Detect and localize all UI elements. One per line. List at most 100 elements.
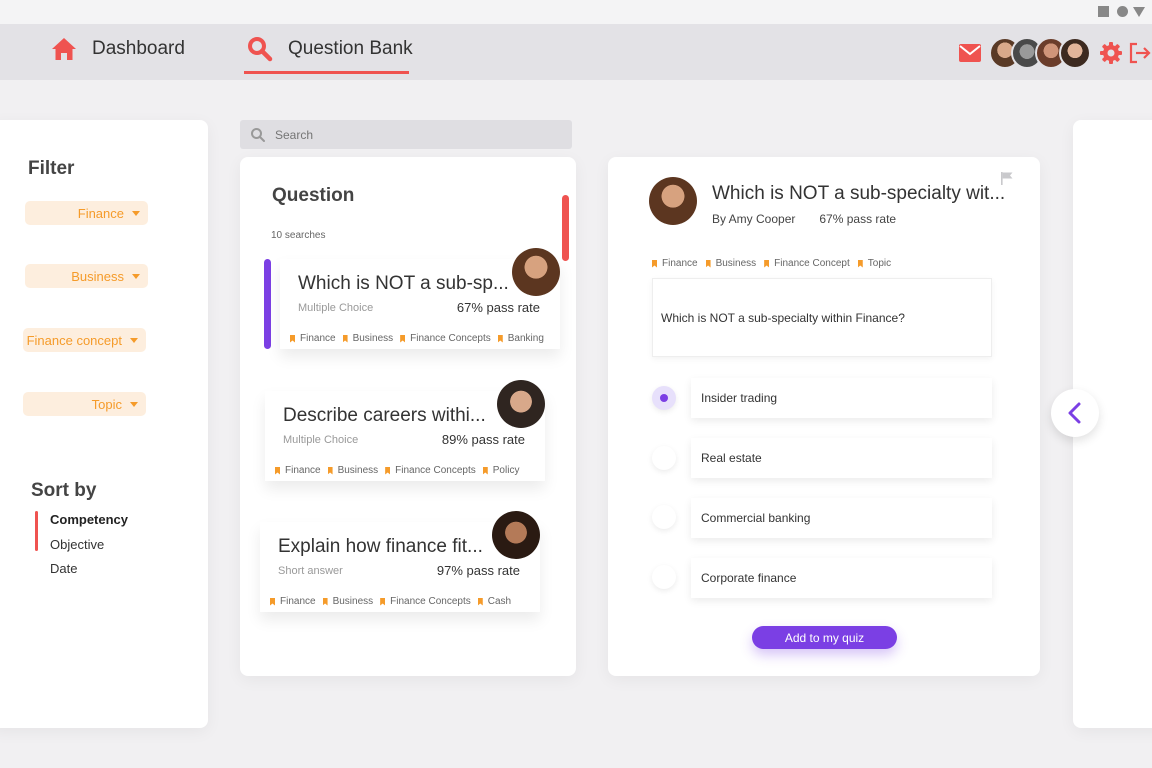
- bookmark-icon: [275, 466, 280, 475]
- question-card[interactable]: Which is NOT a sub-sp... Multiple Choice…: [280, 248, 560, 349]
- tag: Banking: [497, 333, 544, 344]
- tag: Topic: [857, 258, 892, 269]
- question-card-type: Multiple Choice: [298, 302, 374, 314]
- bookmark-icon: [342, 334, 348, 343]
- author-avatar: [649, 177, 697, 225]
- detail-meta: By Amy Cooper 67% pass rate: [712, 212, 896, 226]
- detail-author: By Amy Cooper: [712, 212, 796, 226]
- tag-label: Policy: [492, 465, 520, 476]
- tag: Business: [342, 333, 394, 344]
- bookmark-icon: [652, 259, 657, 268]
- option-radio[interactable]: [652, 386, 676, 410]
- window-triangle-control[interactable]: [1133, 7, 1145, 17]
- detail-tags: Finance Business Finance Concept Topic: [652, 258, 891, 269]
- bookmark-icon: [705, 259, 711, 268]
- nav-dashboard[interactable]: Dashboard: [50, 24, 185, 74]
- logout-icon[interactable]: [1128, 41, 1152, 65]
- sort-option-date[interactable]: Date: [50, 561, 77, 576]
- tag: Finance Concepts: [385, 465, 476, 476]
- caret-down-icon: [132, 274, 140, 279]
- search-input[interactable]: [275, 120, 565, 149]
- bookmark-icon: [322, 597, 328, 606]
- search-icon: [251, 128, 265, 142]
- nav-question-bank[interactable]: Question Bank: [246, 24, 413, 74]
- filter-chip-finance[interactable]: Finance: [25, 201, 148, 225]
- answer-option[interactable]: Commercial banking: [691, 498, 992, 538]
- bookmark-icon: [290, 334, 295, 343]
- answer-option[interactable]: Real estate: [691, 438, 992, 478]
- tag-label: Finance Concepts: [390, 596, 471, 607]
- tag-label: Finance: [285, 465, 321, 476]
- question-text-box: Which is NOT a sub-specialty within Fina…: [652, 278, 992, 357]
- tag-label: Finance Concept: [774, 258, 850, 269]
- sort-option-competency[interactable]: Competency: [50, 512, 128, 527]
- active-tab-underline: [244, 71, 409, 74]
- back-button[interactable]: [1051, 389, 1099, 437]
- bookmark-icon: [380, 597, 386, 606]
- avatar[interactable]: [1059, 37, 1091, 69]
- option-radio[interactable]: [652, 565, 676, 589]
- filter-chip-business[interactable]: Business: [25, 264, 148, 288]
- question-card-type: Multiple Choice: [283, 434, 359, 446]
- filter-panel: Filter Finance Business Finance concept …: [0, 120, 208, 728]
- window-square-control[interactable]: [1098, 6, 1109, 17]
- bookmark-icon: [270, 597, 275, 606]
- bookmark-icon: [497, 334, 503, 343]
- tag: Finance: [270, 596, 316, 607]
- avatar: [497, 380, 545, 428]
- sort-title: Sort by: [31, 480, 97, 501]
- caret-down-icon: [130, 402, 138, 407]
- filter-chip-topic[interactable]: Topic: [23, 392, 146, 416]
- window-titlebar: [0, 0, 1152, 24]
- bookmark-icon: [477, 597, 483, 606]
- home-icon: [52, 38, 76, 60]
- nav-question-bank-label: Question Bank: [288, 38, 413, 59]
- question-card[interactable]: Describe careers withi... Multiple Choic…: [265, 380, 545, 481]
- question-card-text: Describe careers withi...: [283, 405, 486, 426]
- chip-label: Finance: [77, 205, 124, 221]
- filter-chip-finance-concept[interactable]: Finance concept: [23, 328, 146, 352]
- tag: Cash: [477, 596, 512, 607]
- bookmark-icon: [857, 259, 863, 268]
- tag: Business: [705, 258, 756, 269]
- tag: Finance: [290, 333, 336, 344]
- window-circle-control[interactable]: [1117, 6, 1128, 17]
- tag-label: Business: [337, 465, 379, 476]
- chevron-left-icon: [1068, 402, 1081, 424]
- nav-dashboard-label: Dashboard: [92, 38, 185, 59]
- caret-down-icon: [130, 338, 138, 343]
- question-card[interactable]: Explain how finance fit... Short answer …: [260, 511, 540, 612]
- filter-title: Filter: [28, 158, 75, 179]
- question-card-tags: Finance Business Finance Concepts Bankin…: [290, 333, 544, 344]
- bookmark-icon: [764, 259, 770, 268]
- bookmark-icon: [385, 466, 391, 475]
- bookmark-icon: [482, 466, 488, 475]
- question-detail-panel: Which is NOT a sub-specialty wit... By A…: [608, 157, 1040, 676]
- sort-option-objective[interactable]: Objective: [50, 537, 104, 552]
- question-card-text: Explain how finance fit...: [278, 536, 483, 557]
- option-radio[interactable]: [652, 446, 676, 470]
- tag-label: Banking: [507, 333, 544, 344]
- answer-option[interactable]: Corporate finance: [691, 558, 992, 598]
- tag: Finance: [275, 465, 321, 476]
- tag: Policy: [482, 465, 520, 476]
- flag-icon[interactable]: [1000, 171, 1014, 185]
- option-radio[interactable]: [652, 505, 676, 529]
- avatar: [512, 248, 560, 296]
- detail-pass-rate: 67% pass rate: [819, 212, 897, 226]
- tag-label: Finance Concepts: [395, 465, 476, 476]
- chip-label: Topic: [91, 396, 122, 412]
- gear-icon[interactable]: [1099, 41, 1123, 65]
- tag-label: Business: [352, 333, 394, 344]
- add-to-quiz-button[interactable]: Add to my quiz: [752, 626, 897, 649]
- tag: Finance Concepts: [380, 596, 471, 607]
- tag-label: Finance Concepts: [410, 333, 491, 344]
- tag-label: Cash: [487, 596, 512, 607]
- question-card-rate: 67% pass rate: [456, 300, 540, 315]
- mail-icon[interactable]: [958, 43, 982, 63]
- answer-option[interactable]: Insider trading: [691, 378, 992, 418]
- tag: Finance Concepts: [400, 333, 491, 344]
- tag-label: Topic: [867, 258, 892, 269]
- tag-label: Finance: [280, 596, 316, 607]
- scrollbar-thumb[interactable]: [562, 195, 569, 261]
